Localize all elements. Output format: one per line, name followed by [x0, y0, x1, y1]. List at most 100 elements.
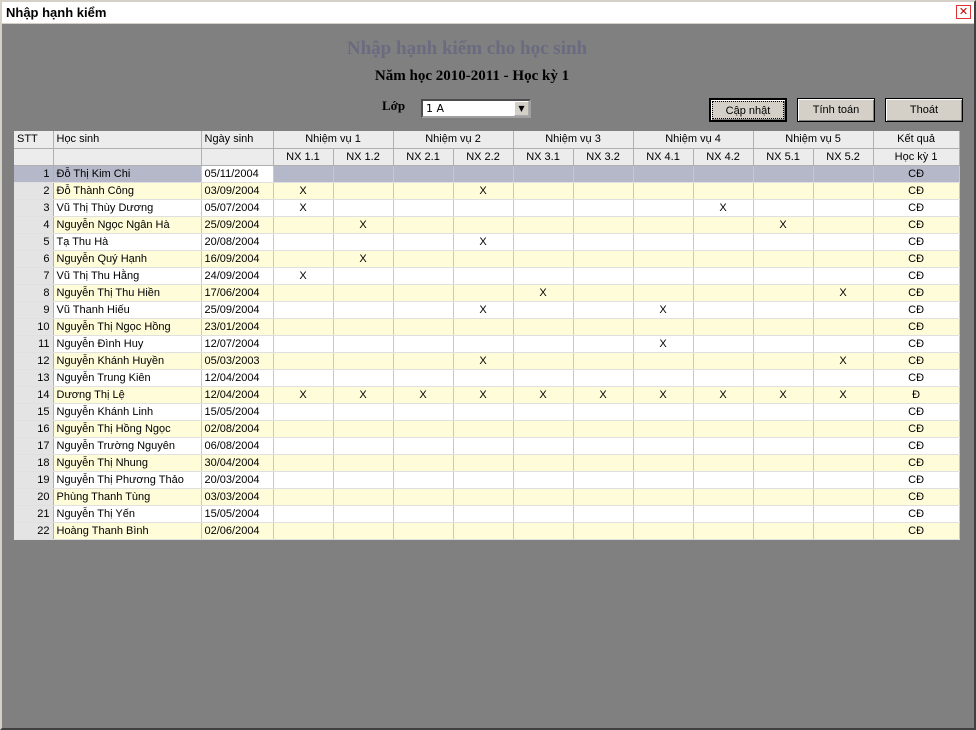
mark-cell[interactable] — [633, 369, 694, 387]
student-name-cell[interactable]: Nguyễn Thị Nhung — [53, 454, 202, 472]
mark-cell[interactable] — [573, 165, 634, 183]
mark-cell[interactable] — [273, 233, 334, 251]
result-cell[interactable]: CĐ — [873, 522, 960, 540]
mark-cell[interactable] — [813, 505, 874, 523]
dob-cell[interactable]: 20/03/2004 — [201, 471, 274, 489]
row-stt[interactable]: 21 — [14, 505, 54, 523]
mark-cell[interactable] — [273, 250, 334, 268]
mark-cell[interactable] — [513, 267, 574, 285]
mark-cell[interactable] — [333, 522, 394, 540]
mark-cell[interactable]: X — [573, 386, 634, 404]
table-row[interactable]: 14 Dương Thị Lệ 12/04/2004 X X X X X X X X X X Đ — [14, 386, 960, 404]
mark-cell[interactable]: X — [813, 386, 874, 404]
mark-cell[interactable] — [633, 182, 694, 200]
mark-cell[interactable] — [333, 182, 394, 200]
result-cell[interactable]: CĐ — [873, 335, 960, 353]
mark-cell[interactable] — [393, 182, 454, 200]
dob-cell[interactable]: 25/09/2004 — [201, 301, 274, 319]
mark-cell[interactable] — [393, 420, 454, 438]
mark-cell[interactable] — [273, 505, 334, 523]
dob-cell[interactable]: 15/05/2004 — [201, 505, 274, 523]
mark-cell[interactable] — [573, 471, 634, 489]
mark-cell[interactable] — [693, 505, 754, 523]
table-row[interactable]: 1 Đỗ Thị Kim Chi 05/11/2004 CĐ — [14, 165, 960, 183]
mark-cell[interactable] — [813, 420, 874, 438]
mark-cell[interactable] — [813, 182, 874, 200]
row-stt[interactable]: 3 — [14, 199, 54, 217]
row-stt[interactable]: 7 — [14, 267, 54, 285]
dob-cell[interactable]: 24/09/2004 — [201, 267, 274, 285]
mark-cell[interactable] — [333, 420, 394, 438]
dob-cell[interactable]: 12/04/2004 — [201, 386, 274, 404]
mark-cell[interactable] — [393, 437, 454, 455]
mark-cell[interactable] — [273, 454, 334, 472]
table-row[interactable]: 3 Vũ Thị Thùy Dương 05/07/2004 X X CĐ — [14, 199, 960, 217]
mark-cell[interactable] — [753, 267, 814, 285]
student-name-cell[interactable]: Phùng Thanh Tùng — [53, 488, 202, 506]
mark-cell[interactable] — [453, 267, 514, 285]
result-cell[interactable]: CĐ — [873, 454, 960, 472]
dob-cell[interactable]: 02/06/2004 — [201, 522, 274, 540]
mark-cell[interactable] — [453, 335, 514, 353]
mark-cell[interactable] — [633, 522, 694, 540]
mark-cell[interactable] — [513, 318, 574, 336]
mark-cell[interactable] — [453, 284, 514, 302]
mark-cell[interactable] — [813, 403, 874, 421]
mark-cell[interactable]: X — [333, 216, 394, 234]
mark-cell[interactable] — [633, 216, 694, 234]
mark-cell[interactable] — [633, 454, 694, 472]
mark-cell[interactable] — [633, 267, 694, 285]
mark-cell[interactable] — [753, 301, 814, 319]
row-stt[interactable]: 17 — [14, 437, 54, 455]
mark-cell[interactable] — [753, 335, 814, 353]
mark-cell[interactable] — [273, 369, 334, 387]
mark-cell[interactable] — [693, 403, 754, 421]
mark-cell[interactable] — [693, 216, 754, 234]
mark-cell[interactable]: X — [633, 386, 694, 404]
mark-cell[interactable] — [573, 454, 634, 472]
mark-cell[interactable] — [573, 403, 634, 421]
mark-cell[interactable] — [453, 318, 514, 336]
table-row[interactable]: 21 Nguyễn Thị Yến 15/05/2004 CĐ — [14, 505, 960, 523]
table-row[interactable]: 15 Nguyễn Khánh Linh 15/05/2004 CĐ — [14, 403, 960, 421]
mark-cell[interactable] — [633, 199, 694, 217]
mark-cell[interactable] — [693, 165, 754, 183]
result-cell[interactable]: CĐ — [873, 437, 960, 455]
mark-cell[interactable] — [333, 301, 394, 319]
dob-cell[interactable]: 03/09/2004 — [201, 182, 274, 200]
table-row[interactable]: 19 Nguyễn Thị Phương Thảo 20/03/2004 CĐ — [14, 471, 960, 489]
mark-cell[interactable] — [573, 522, 634, 540]
student-name-cell[interactable]: Vũ Thị Thu Hằng — [53, 267, 202, 285]
row-stt[interactable]: 13 — [14, 369, 54, 387]
mark-cell[interactable]: X — [633, 335, 694, 353]
mark-cell[interactable] — [513, 471, 574, 489]
mark-cell[interactable]: X — [813, 352, 874, 370]
row-stt[interactable]: 8 — [14, 284, 54, 302]
mark-cell[interactable] — [633, 165, 694, 183]
dob-cell[interactable]: 17/06/2004 — [201, 284, 274, 302]
row-stt[interactable]: 20 — [14, 488, 54, 506]
result-cell[interactable]: CĐ — [873, 216, 960, 234]
mark-cell[interactable] — [333, 352, 394, 370]
mark-cell[interactable] — [753, 318, 814, 336]
student-name-cell[interactable]: Vũ Thanh Hiếu — [53, 301, 202, 319]
mark-cell[interactable] — [813, 454, 874, 472]
mark-cell[interactable] — [813, 522, 874, 540]
mark-cell[interactable] — [813, 216, 874, 234]
mark-cell[interactable] — [453, 369, 514, 387]
mark-cell[interactable] — [693, 250, 754, 268]
mark-cell[interactable] — [273, 216, 334, 234]
table-row[interactable]: 22 Hoàng Thanh Bình 02/06/2004 CĐ — [14, 522, 960, 540]
result-cell[interactable]: CĐ — [873, 233, 960, 251]
mark-cell[interactable] — [693, 335, 754, 353]
table-row[interactable]: 6 Nguyễn Quý Hạnh 16/09/2004 X CĐ — [14, 250, 960, 268]
mark-cell[interactable] — [273, 352, 334, 370]
result-cell[interactable]: CĐ — [873, 420, 960, 438]
table-row[interactable]: 16 Nguyễn Thị Hồng Ngọc 02/08/2004 CĐ — [14, 420, 960, 438]
mark-cell[interactable] — [753, 199, 814, 217]
mark-cell[interactable] — [573, 233, 634, 251]
mark-cell[interactable] — [693, 318, 754, 336]
mark-cell[interactable] — [573, 437, 634, 455]
student-name-cell[interactable]: Nguyễn Thị Phương Thảo — [53, 471, 202, 489]
mark-cell[interactable] — [453, 165, 514, 183]
